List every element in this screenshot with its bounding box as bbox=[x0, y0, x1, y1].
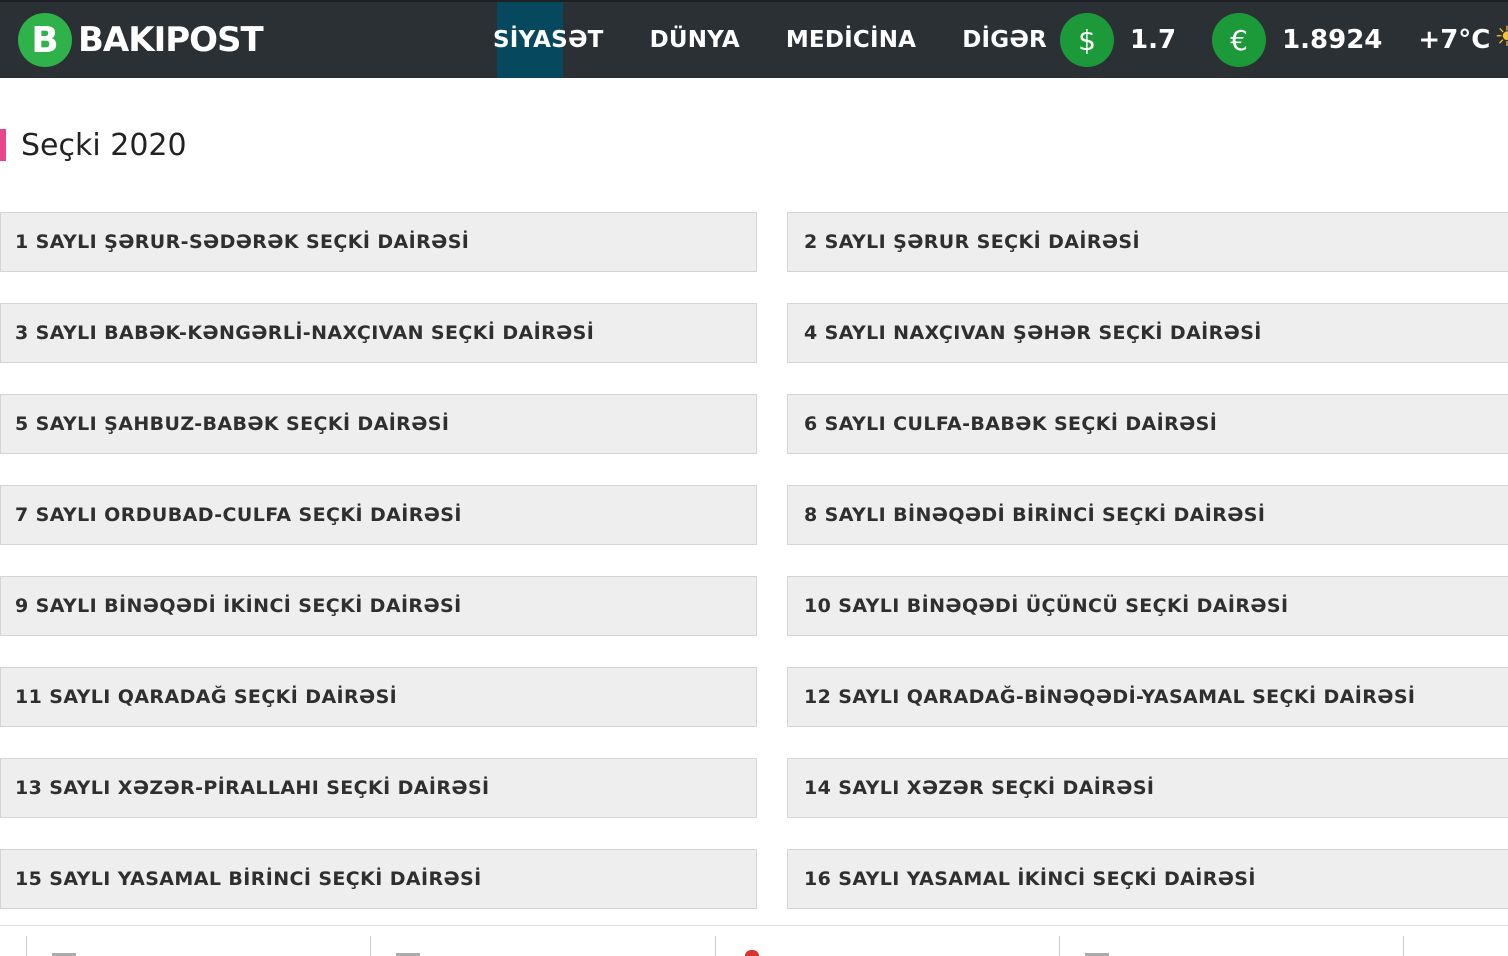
district-link[interactable]: 12 SAYLI QARADAĞ-BİNƏQƏDİ-YASAMAL SEÇKİ … bbox=[787, 667, 1508, 727]
nav-item-medicina[interactable]: MEDİCİNA bbox=[763, 2, 939, 78]
district-link[interactable]: 4 SAYLI NAXÇIVAN ŞƏHƏR SEÇKİ DAİRƏSİ bbox=[787, 303, 1508, 363]
nav-label: DİGƏR bbox=[962, 27, 1047, 53]
section-heading: Seçki 2020 bbox=[0, 127, 187, 163]
district-link[interactable]: 13 SAYLI XƏZƏR-PİRALLAHI SEÇKİ DAİRƏSİ bbox=[0, 758, 757, 818]
nav-item-diger[interactable]: DİGƏR bbox=[939, 2, 1070, 78]
district-link[interactable]: 9 SAYLI BİNƏQƏDİ İKİNCİ SEÇKİ DAİRƏSİ bbox=[0, 576, 757, 636]
district-link[interactable]: 15 SAYLI YASAMAL BİRİNCİ SEÇKİ DAİRƏSİ bbox=[0, 849, 757, 909]
district-link[interactable]: 14 SAYLI XƏZƏR SEÇKİ DAİRƏSİ bbox=[787, 758, 1508, 818]
logo-icon: B bbox=[18, 13, 72, 67]
nav-item-siyaset[interactable]: SİYASƏT bbox=[470, 2, 627, 78]
weather: +7°C ☀ bbox=[1418, 20, 1508, 56]
euro-icon: € bbox=[1212, 13, 1267, 67]
usd-value: 1.7 bbox=[1130, 25, 1177, 55]
eur-value: 1.8924 bbox=[1282, 25, 1383, 55]
nav-label: MEDİCİNA bbox=[785, 27, 917, 53]
dollar-icon: $ bbox=[1060, 13, 1114, 67]
district-link[interactable]: 3 SAYLI BABƏK-KƏNGƏRLİ-NAXÇIVAN SEÇKİ DA… bbox=[0, 303, 757, 363]
district-link[interactable]: 2 SAYLI ŞƏRUR SEÇKİ DAİRƏSİ bbox=[787, 212, 1508, 272]
district-link[interactable]: 5 SAYLI ŞAHBUZ-BABƏK SEÇKİ DAİRƏSİ bbox=[0, 394, 757, 454]
district-link[interactable]: 6 SAYLI CULFA-BABƏK SEÇKİ DAİRƏSİ bbox=[787, 394, 1508, 454]
top-navbar: B BAKIPOST SİYASƏT DÜNYA MEDİCİNA DİGƏR … bbox=[0, 0, 1508, 78]
section-accent-bar bbox=[0, 129, 6, 161]
district-link[interactable]: 1 SAYLI ŞƏRUR-SƏDƏRƏK SEÇKİ DAİRƏSİ bbox=[0, 212, 757, 272]
logo-text: BAKIPOST bbox=[78, 20, 264, 60]
divider bbox=[1403, 936, 1404, 956]
nav-label: SİYASƏT bbox=[493, 27, 604, 53]
currency-rates: $ 1.7 € 1.8924 +7°C ☀ bbox=[1060, 2, 1508, 78]
site-logo[interactable]: B BAKIPOST bbox=[18, 11, 264, 69]
divider bbox=[715, 936, 716, 956]
main-nav: SİYASƏT DÜNYA MEDİCİNA DİGƏR bbox=[470, 2, 1070, 78]
district-link[interactable]: 11 SAYLI QARADAĞ SEÇKİ DAİRƏSİ bbox=[0, 667, 757, 727]
eur-rate: € 1.8924 bbox=[1212, 13, 1382, 67]
divider bbox=[1059, 936, 1060, 956]
sun-icon: ☀ bbox=[1494, 19, 1508, 53]
temperature: +7°C bbox=[1418, 25, 1491, 55]
bottom-toolbar-strip bbox=[0, 925, 1508, 956]
district-link[interactable]: 8 SAYLI BİNƏQƏDİ BİRİNCİ SEÇKİ DAİRƏSİ bbox=[787, 485, 1508, 545]
district-link[interactable]: 16 SAYLI YASAMAL İKİNCİ SEÇKİ DAİRƏSİ bbox=[787, 849, 1508, 909]
nav-label: DÜNYA bbox=[649, 27, 740, 53]
divider bbox=[26, 936, 27, 956]
divider bbox=[370, 936, 371, 956]
nav-item-dunya[interactable]: DÜNYA bbox=[627, 2, 763, 78]
district-link[interactable]: 10 SAYLI BİNƏQƏDİ ÜÇÜNCÜ SEÇKİ DAİRƏSİ bbox=[787, 576, 1508, 636]
district-link[interactable]: 7 SAYLI ORDUBAD-CULFA SEÇKİ DAİRƏSİ bbox=[0, 485, 757, 545]
section-title: Seçki 2020 bbox=[21, 127, 187, 163]
usd-rate: $ 1.7 bbox=[1060, 13, 1176, 67]
partial-red-icon bbox=[745, 950, 759, 956]
